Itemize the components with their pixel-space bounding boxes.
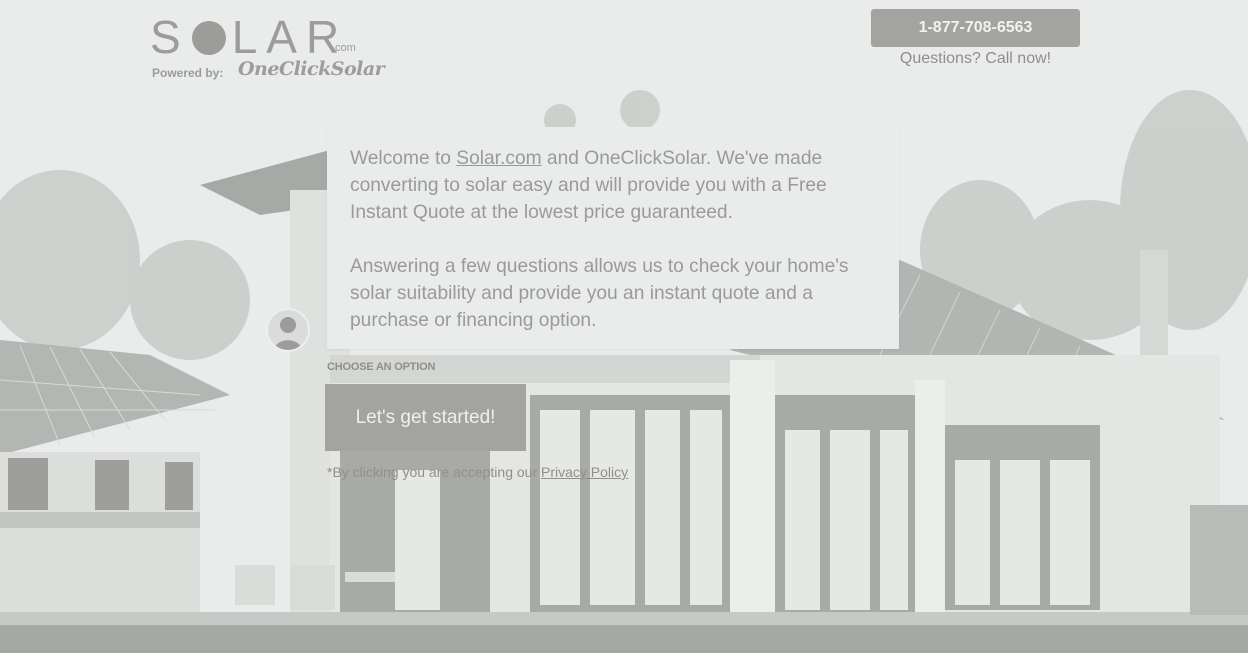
logo-letters-lar: LAR [231,11,349,63]
disclaimer-text: *By clicking you are accepting our [327,464,541,480]
welcome-message-bubble: Welcome to Solar.com and OneClickSolar. … [327,127,899,349]
assistant-avatar [266,308,310,352]
get-started-button[interactable]: Let's get started! [325,384,526,451]
welcome-prefix: Welcome to [350,148,457,169]
phone-call-button[interactable]: 1-877-708-6563 [871,9,1080,47]
oneclicksolar-logo: OneClickSolar [238,58,385,80]
logo-tld: .com [332,42,356,54]
header: S LAR .com Powered by: OneClickSolar 1-87… [0,0,1248,92]
solar-logo[interactable]: S LAR .com Powered by: OneClickSolar [150,12,390,84]
person-icon [274,317,302,350]
sun-circle-icon [191,21,226,55]
logo-letter-s: S [150,11,190,63]
powered-by-label: Powered by: [152,66,224,80]
call-now-text: Questions? Call now! [899,50,1052,67]
solar-com-link[interactable]: Solar.com [456,148,541,169]
logo-wordmark: S LAR [150,12,348,62]
choose-option-label: CHOOSE AN OPTION [327,361,436,373]
questions-paragraph: Answering a few questions allows us to c… [350,256,849,331]
welcome-paragraph: Welcome to Solar.com and OneClickSolar. … [350,145,877,226]
privacy-disclaimer: *By clicking you are accepting our Priva… [327,464,628,480]
privacy-policy-link[interactable]: Privacy Policy [541,464,628,480]
